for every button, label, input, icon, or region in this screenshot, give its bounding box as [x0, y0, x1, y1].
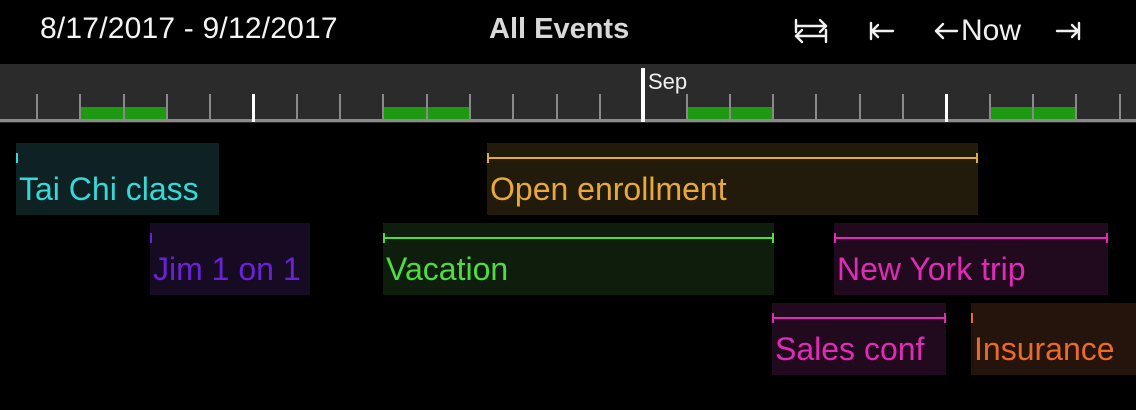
- now-label: Now: [960, 14, 1021, 47]
- day-tick: [339, 94, 341, 119]
- event-start-cap: [16, 153, 18, 163]
- date-range-label: 8/17/2017 - 9/12/2017: [40, 12, 338, 45]
- event-duration-bar: [383, 237, 774, 239]
- week-tick: [252, 94, 255, 122]
- timeline-ruler[interactable]: Sep: [0, 64, 1136, 123]
- filter-title[interactable]: All Events: [489, 13, 629, 46]
- day-tick: [1119, 94, 1121, 119]
- event-sales-conf[interactable]: Sales conf: [772, 303, 946, 375]
- event-label: Open enrollment: [490, 171, 727, 207]
- day-tick: [296, 94, 298, 119]
- month-label: Sep: [648, 69, 688, 94]
- event-start-cap: [772, 313, 774, 323]
- event-jim-1-on-1[interactable]: Jim 1 on 1: [150, 223, 310, 295]
- week-tick: [945, 94, 948, 122]
- swap-range-button[interactable]: [788, 10, 834, 52]
- event-end-cap: [1106, 233, 1108, 243]
- day-tick: [902, 94, 904, 119]
- event-end-cap: [976, 153, 978, 163]
- day-tick: [686, 94, 688, 119]
- event-start-cap: [487, 153, 489, 163]
- event-tai-chi-class[interactable]: Tai Chi class: [16, 143, 219, 215]
- day-tick: [79, 94, 81, 119]
- header-bar: 8/17/2017 - 9/12/2017 All Events Now: [0, 0, 1136, 64]
- event-label: Jim 1 on 1: [153, 251, 301, 287]
- day-tick: [123, 94, 125, 119]
- jump-to-start-icon: [869, 21, 895, 41]
- ruler-baseline: [0, 119, 1136, 122]
- day-tick: [859, 94, 861, 119]
- day-tick: [1075, 94, 1077, 119]
- event-duration-bar: [772, 317, 946, 319]
- month-tick: [641, 68, 645, 122]
- day-tick: [729, 94, 731, 119]
- event-start-cap: [834, 233, 836, 243]
- event-start-cap: [150, 233, 152, 243]
- event-label: Tai Chi class: [19, 171, 199, 207]
- event-vacation[interactable]: Vacation: [383, 223, 774, 295]
- day-tick: [469, 94, 471, 119]
- day-tick: [166, 94, 168, 119]
- event-start-cap: [383, 233, 385, 243]
- day-tick: [989, 94, 991, 119]
- day-tick: [772, 94, 774, 119]
- day-tick: [426, 94, 428, 119]
- event-start-cap: [971, 313, 973, 323]
- day-tick: [815, 94, 817, 119]
- jump-to-now-button[interactable]: Now: [922, 10, 1032, 52]
- event-duration-bar: [834, 237, 1108, 239]
- day-tick: [599, 94, 601, 119]
- jump-to-end-icon: [1055, 21, 1081, 41]
- jump-to-start-button[interactable]: [862, 10, 902, 52]
- day-tick: [36, 94, 38, 119]
- event-end-cap: [772, 233, 774, 243]
- event-label: Vacation: [386, 251, 509, 287]
- event-open-enrollment[interactable]: Open enrollment: [487, 143, 978, 215]
- day-tick: [382, 94, 384, 119]
- day-tick: [1032, 94, 1034, 119]
- left-arrow-icon: [934, 22, 959, 40]
- event-duration-bar: [487, 157, 978, 159]
- event-label: New York trip: [837, 251, 1026, 287]
- event-label: Sales conf: [775, 331, 925, 367]
- day-tick: [209, 94, 211, 119]
- event-new-york-trip[interactable]: New York trip: [834, 223, 1108, 295]
- event-insurance[interactable]: Insurance: [971, 303, 1136, 375]
- day-tick: [556, 94, 558, 119]
- event-label: Insurance: [974, 331, 1115, 367]
- day-tick: [512, 94, 514, 119]
- swap-arrows-icon: [794, 18, 828, 44]
- jump-to-end-button[interactable]: [1048, 10, 1088, 52]
- event-end-cap: [944, 313, 946, 323]
